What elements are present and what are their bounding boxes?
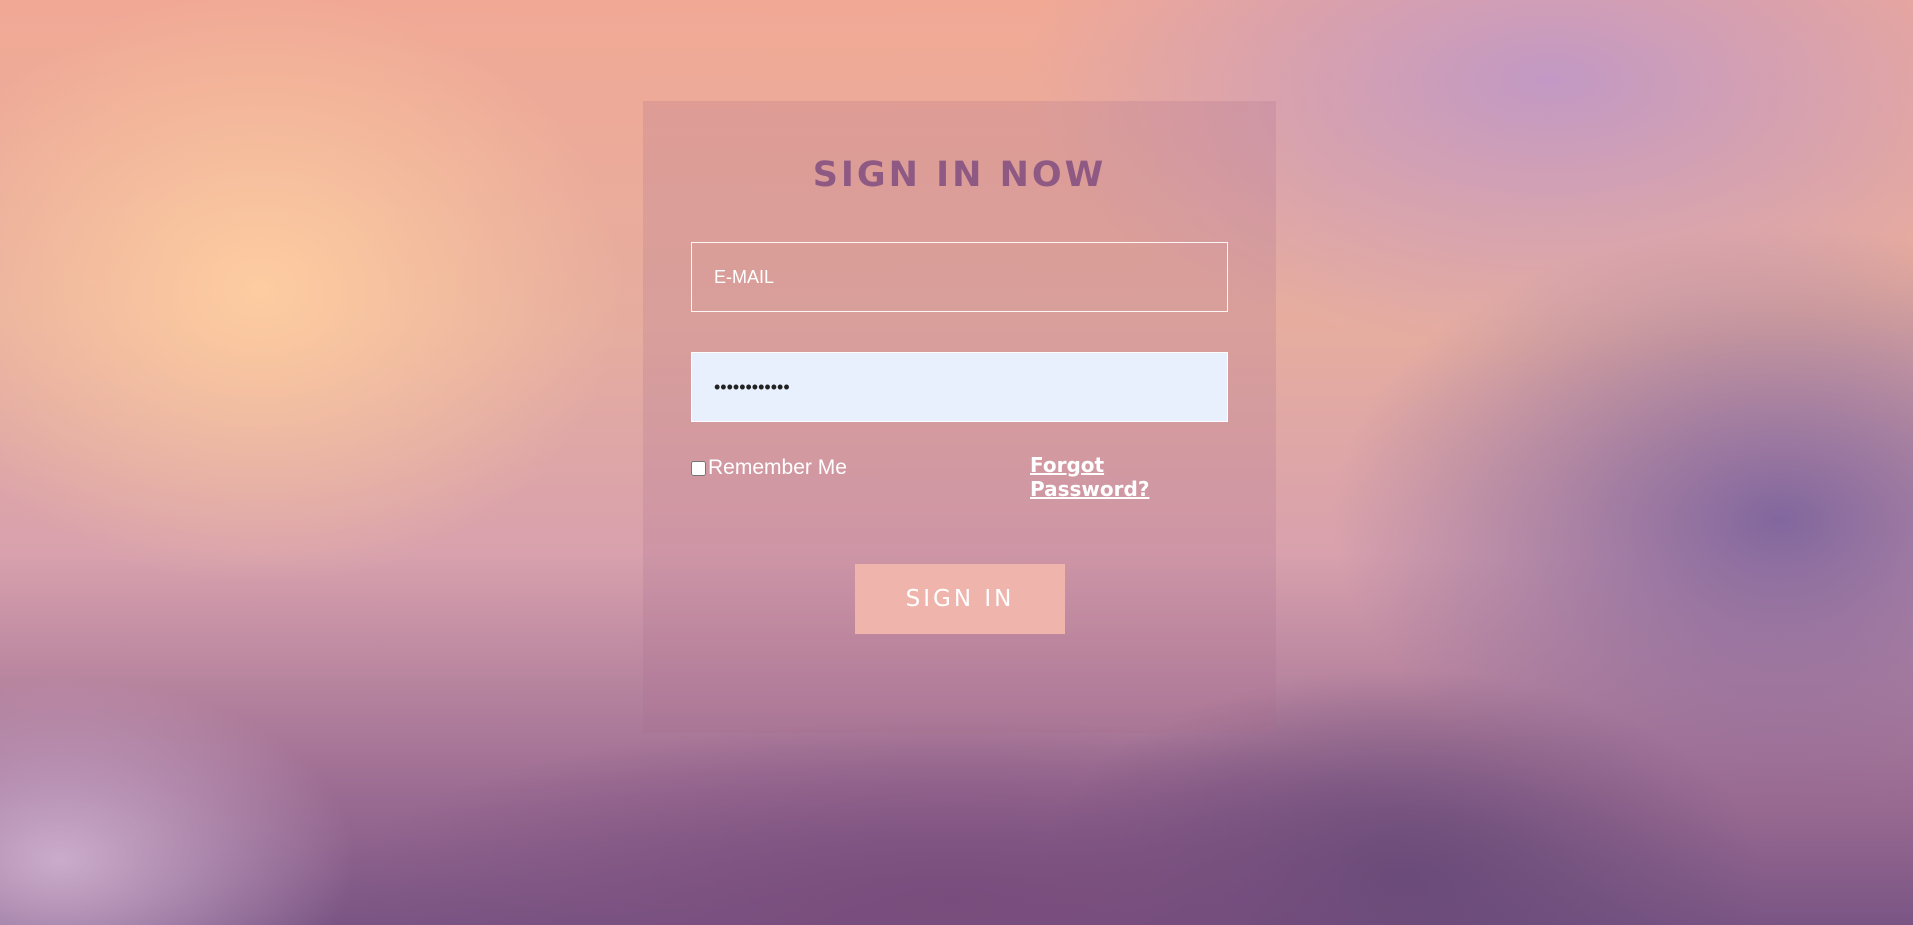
forgot-password-link[interactable]: Forgot Password? bbox=[1030, 453, 1170, 501]
sign-in-button[interactable]: SIGN IN bbox=[855, 564, 1065, 634]
remember-me[interactable]: Remember Me bbox=[691, 456, 847, 480]
remember-me-checkbox[interactable] bbox=[691, 460, 706, 476]
remember-me-label: Remember Me bbox=[708, 456, 847, 479]
email-field[interactable] bbox=[691, 242, 1228, 312]
page-title: SIGN IN NOW bbox=[812, 155, 1107, 195]
password-field[interactable] bbox=[691, 352, 1228, 422]
sign-in-panel: SIGN IN NOW Remember Me Forgot Password?… bbox=[643, 101, 1276, 733]
